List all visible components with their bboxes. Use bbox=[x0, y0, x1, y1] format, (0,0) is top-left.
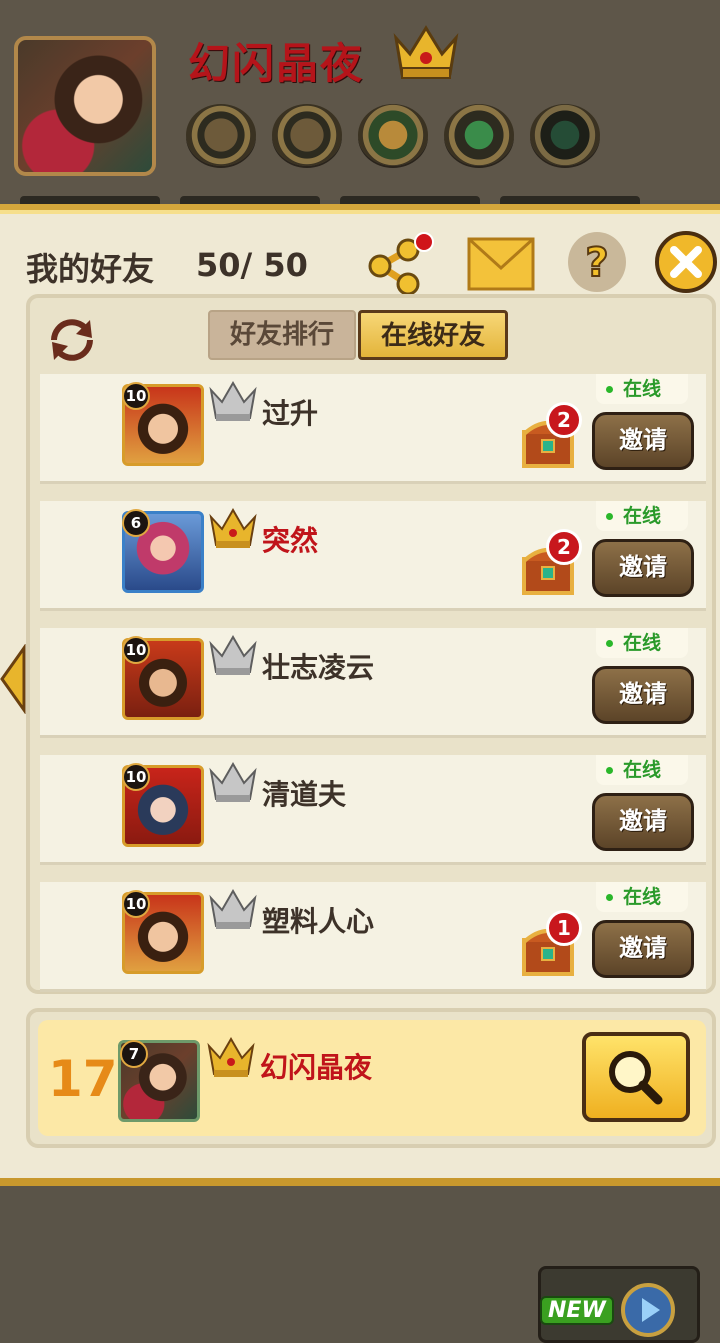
friend-name: 过升 bbox=[262, 397, 319, 430]
my-rank-frame: 17 7 幻闪晶夜 bbox=[26, 1008, 716, 1148]
level-badge: 10 bbox=[122, 636, 150, 664]
silver-crown-icon bbox=[209, 889, 257, 929]
friend-name: 塑料人心 bbox=[262, 905, 375, 938]
my-name: 幻闪晶夜 bbox=[260, 1051, 373, 1084]
gift-count-badge: 2 bbox=[546, 529, 582, 565]
medal-badge-4[interactable] bbox=[444, 104, 514, 166]
gold-crown-icon bbox=[393, 25, 459, 79]
search-icon bbox=[609, 1051, 663, 1105]
help-icon[interactable]: ? bbox=[566, 230, 628, 294]
online-status: 在线 bbox=[596, 501, 688, 531]
online-status: 在线 bbox=[596, 882, 688, 912]
level-badge: 6 bbox=[122, 509, 150, 537]
play-icon[interactable] bbox=[620, 1282, 676, 1338]
online-dot-icon bbox=[606, 640, 613, 647]
silver-crown-icon bbox=[209, 635, 257, 675]
online-status: 在线 bbox=[596, 374, 688, 404]
level-badge: 10 bbox=[122, 890, 150, 918]
friend-count: 50/ 50 bbox=[196, 246, 308, 284]
level-badge: 10 bbox=[122, 382, 150, 410]
my-rank-row: 17 7 幻闪晶夜 bbox=[38, 1020, 706, 1136]
left-arrow-icon[interactable] bbox=[0, 644, 28, 714]
profile-avatar[interactable] bbox=[14, 36, 156, 176]
profile-header: 幻闪晶夜 bbox=[0, 0, 720, 208]
tab-online-friends[interactable]: 在线好友 bbox=[358, 310, 509, 360]
online-status-label: 在线 bbox=[623, 632, 662, 654]
gift-count-badge: 2 bbox=[546, 402, 582, 438]
online-dot-icon bbox=[606, 767, 613, 774]
friend-rows: 10 过升 在线 2 邀请 6 突然 在线 2 邀请 10 壮志凌云 在线 邀请… bbox=[40, 374, 706, 1009]
gift-count-badge: 1 bbox=[546, 910, 582, 946]
new-label: NEW bbox=[540, 1296, 614, 1325]
online-status: 在线 bbox=[596, 628, 688, 658]
medal-badge-2[interactable] bbox=[272, 104, 342, 166]
medal-badge-5[interactable] bbox=[530, 104, 600, 166]
friend-list-frame: 好友排行 在线好友 10 过升 在线 2 邀请 6 突然 在线 2 邀请 10 … bbox=[26, 294, 716, 994]
medal-badge-1[interactable] bbox=[186, 104, 256, 166]
level-badge: 7 bbox=[120, 1040, 148, 1068]
profile-name: 幻闪晶夜 bbox=[188, 39, 365, 88]
online-dot-icon bbox=[606, 894, 613, 901]
invite-button[interactable]: 邀请 bbox=[592, 793, 694, 851]
friends-panel: 我的好友 50/ 50 ? 好友排行 在线好友 10 过升 在线 2 邀请 6 … bbox=[0, 204, 720, 1186]
refresh-icon[interactable] bbox=[44, 314, 100, 366]
online-status-label: 在线 bbox=[623, 505, 662, 527]
friend-row[interactable]: 10 壮志凌云 在线 邀请 bbox=[40, 628, 706, 738]
tab-friend-ranking[interactable]: 好友排行 bbox=[208, 310, 357, 360]
friend-name: 突然 bbox=[262, 524, 319, 557]
panel-title: 我的好友 bbox=[26, 250, 155, 288]
invite-button[interactable]: 邀请 bbox=[592, 920, 694, 978]
search-button[interactable] bbox=[582, 1032, 690, 1122]
friend-row[interactable]: 6 突然 在线 2 邀请 bbox=[40, 501, 706, 611]
online-dot-icon bbox=[606, 513, 613, 520]
invite-button[interactable]: 邀请 bbox=[592, 539, 694, 597]
online-status-label: 在线 bbox=[623, 759, 662, 781]
invite-button[interactable]: 邀请 bbox=[592, 666, 694, 724]
friend-row[interactable]: 10 过升 在线 2 邀请 bbox=[40, 374, 706, 484]
friend-row[interactable]: 10 清道夫 在线 邀请 bbox=[40, 755, 706, 865]
invite-button[interactable]: 邀请 bbox=[592, 412, 694, 470]
friend-row[interactable]: 10 塑料人心 在线 1 邀请 bbox=[40, 882, 706, 992]
online-status: 在线 bbox=[596, 755, 688, 785]
online-dot-icon bbox=[606, 386, 613, 393]
medal-badge-3[interactable] bbox=[358, 104, 428, 166]
friend-name: 清道夫 bbox=[262, 778, 347, 811]
online-status-label: 在线 bbox=[623, 886, 662, 908]
gold-crown-icon bbox=[207, 1037, 255, 1077]
my-rank-number: 17 bbox=[48, 1050, 118, 1108]
svg-text:?: ? bbox=[585, 240, 608, 286]
online-status-label: 在线 bbox=[623, 378, 662, 400]
share-icon[interactable] bbox=[366, 230, 436, 300]
medal-row bbox=[186, 104, 600, 166]
friend-name: 壮志凌云 bbox=[262, 651, 375, 684]
silver-crown-icon bbox=[209, 762, 257, 802]
friend-tabs: 好友排行 在线好友 bbox=[208, 310, 509, 360]
silver-crown-icon bbox=[209, 381, 257, 421]
mail-icon[interactable] bbox=[466, 236, 536, 292]
level-badge: 10 bbox=[122, 763, 150, 791]
close-icon[interactable] bbox=[654, 230, 718, 294]
gold-crown-icon bbox=[209, 508, 257, 548]
